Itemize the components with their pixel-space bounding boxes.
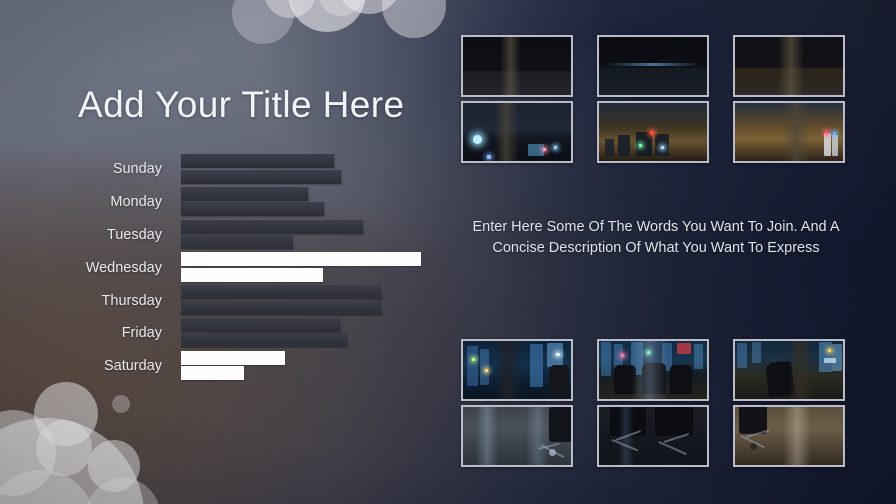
body-text: Enter Here Some Of The Words You Want To…	[472, 219, 840, 256]
page-title: Add Your Title Here	[78, 84, 405, 125]
top-photo-grid	[461, 35, 845, 163]
chart-bar	[181, 252, 421, 267]
photo-thumbnail[interactable]	[461, 35, 573, 97]
chart-row: Wednesday	[0, 251, 440, 284]
chart-row: Friday	[0, 317, 440, 350]
chart-bar	[181, 317, 343, 332]
chart-bar	[181, 169, 343, 184]
chart-category-label: Sunday	[112, 161, 162, 178]
chart-bar-group	[181, 284, 440, 317]
photo-thumbnail[interactable]	[597, 405, 709, 467]
chart-category-label: Saturday	[103, 358, 162, 375]
bar-chart: Sunday Monday Tuesday Wednesday Thursday Frid…	[0, 153, 440, 389]
chart-bar	[181, 350, 285, 365]
chart-row: Thursday	[0, 284, 440, 317]
chart-row: Monday	[0, 186, 440, 219]
chart-bar-group	[181, 251, 440, 284]
chart-category-label: Tuesday	[106, 226, 162, 243]
chart-bar-group	[181, 186, 440, 219]
chart-bar-group	[181, 219, 440, 252]
photo-thumbnail[interactable]	[461, 339, 573, 401]
photo-thumbnail[interactable]	[597, 339, 709, 401]
photo-thumbnail[interactable]	[733, 101, 845, 163]
bottom-photo-grid	[461, 339, 845, 467]
chart-bar-group	[181, 317, 440, 350]
presentation-slide: Add Your Title Here Sunday Monday Tuesday W…	[0, 0, 896, 504]
photo-thumbnail[interactable]	[733, 339, 845, 401]
chart-category-label: Wednesday	[85, 259, 162, 276]
photo-thumbnail[interactable]	[597, 35, 709, 97]
chart-bar-group	[181, 153, 440, 186]
chart-bar	[181, 219, 364, 234]
chart-category-label: Friday	[121, 325, 162, 342]
photo-thumbnail[interactable]	[461, 405, 573, 467]
chart-bar-group	[181, 350, 440, 383]
chart-bar	[181, 366, 245, 381]
chart-bar	[181, 202, 326, 217]
chart-bar	[181, 186, 309, 201]
chart-bar	[181, 300, 383, 315]
photo-thumbnail[interactable]	[597, 101, 709, 163]
photo-thumbnail[interactable]	[461, 101, 573, 163]
photo-thumbnail[interactable]	[733, 405, 845, 467]
chart-row: Sunday	[0, 153, 440, 186]
chart-bar	[181, 285, 383, 300]
chart-category-label: Monday	[110, 194, 162, 211]
chart-bar	[181, 235, 295, 250]
chart-bar	[181, 267, 323, 282]
chart-row: Tuesday	[0, 219, 440, 252]
chart-row: Saturday	[0, 350, 440, 383]
photo-thumbnail[interactable]	[733, 35, 845, 97]
chart-bar	[181, 333, 350, 348]
chart-bar	[181, 154, 335, 168]
chart-category-label: Thursday	[101, 292, 162, 309]
